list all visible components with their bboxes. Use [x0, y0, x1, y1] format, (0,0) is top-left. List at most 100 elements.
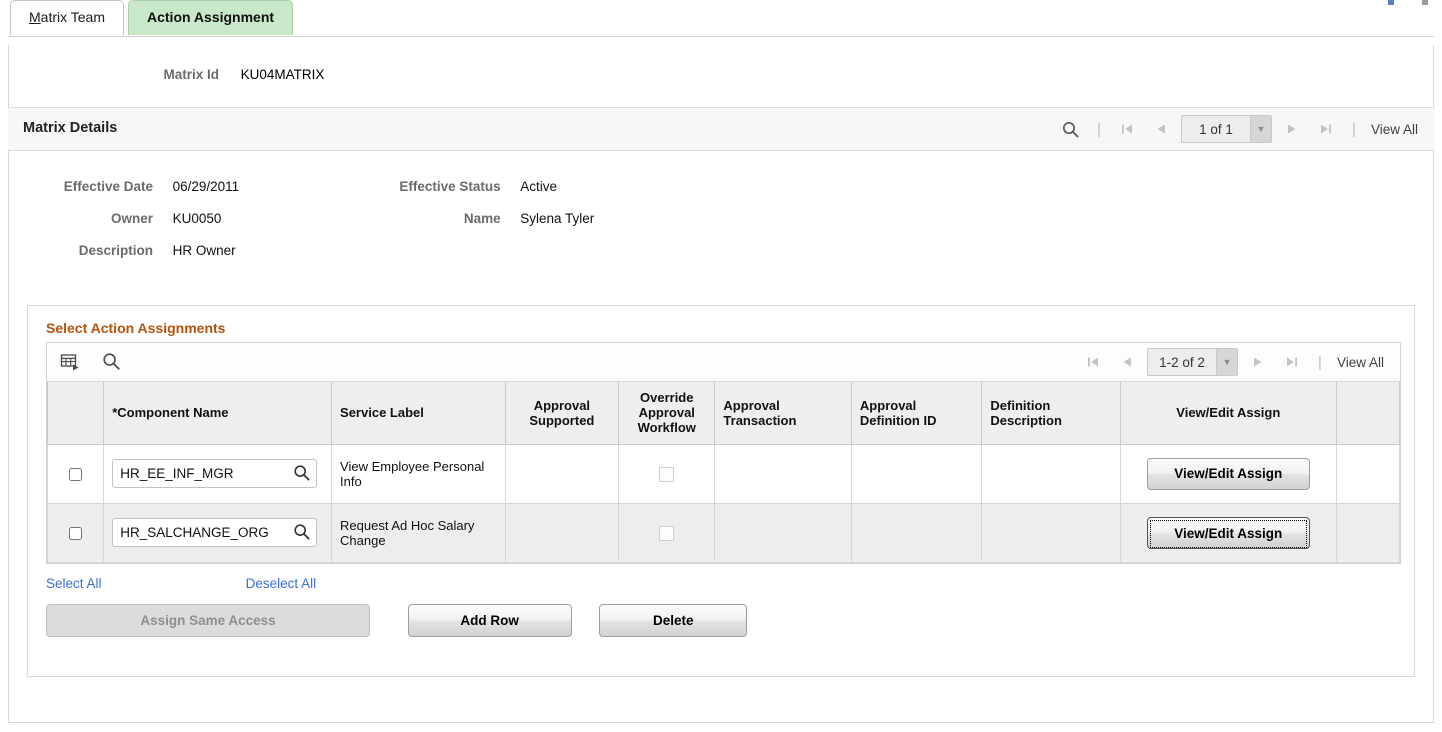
tab-action-assignment[interactable]: Action Assignment	[128, 0, 294, 35]
grid-chevron-down-icon[interactable]: ▼	[1215, 349, 1237, 375]
matrix-details-view-all-link[interactable]: View All	[1365, 108, 1426, 150]
component-name-input[interactable]	[112, 459, 318, 488]
action-buttons-row: Assign Same Access Add Row Delete	[46, 603, 1404, 640]
matrix-details-title: Matrix Details	[23, 120, 118, 136]
view-edit-assign-button[interactable]: View/Edit Assign	[1146, 457, 1310, 490]
row-view-edit-assign-cell: View/Edit Assign	[1119, 443, 1337, 504]
action-assignments-table: *Component Name Service Label Approval S…	[46, 382, 1401, 563]
column-header-select	[46, 382, 105, 445]
component-name-lookup	[112, 459, 318, 488]
nav-separator-2: |	[1352, 120, 1356, 138]
matrix-id-value: KU04MATRIX	[240, 67, 325, 82]
row-select-cell	[46, 502, 105, 563]
grid-last-page-icon[interactable]	[1275, 343, 1309, 381]
deselect-all-link[interactable]: Deselect All	[246, 576, 317, 591]
override-approval-workflow-checkbox-disabled	[659, 525, 675, 541]
grid-page-counter-value: 1-2 of 2	[1159, 354, 1205, 370]
delete-button[interactable]: Delete	[599, 603, 748, 637]
matrix-id-label: Matrix Id	[163, 67, 219, 82]
matrix-details-fields: Effective Date 06/29/2011 Effective Stat…	[9, 151, 1433, 297]
description-field: Description HR Owner	[9, 243, 339, 258]
add-row-button-label: Add Row	[460, 612, 519, 628]
assign-same-access-button[interactable]: Assign Same Access	[46, 603, 370, 637]
search-icon[interactable]	[1054, 108, 1088, 150]
column-header-approval-supported: Approval Supported	[504, 382, 620, 445]
effective-date-label: Effective Date	[63, 179, 153, 194]
component-name-lookup	[112, 518, 318, 547]
lookup-search-icon[interactable]	[293, 464, 311, 482]
grid-view-all-link[interactable]: View All	[1331, 343, 1392, 381]
first-page-icon[interactable]	[1110, 108, 1144, 150]
row-service-label-cell: View Employee Personal Info	[331, 443, 506, 504]
select-action-assignments-title: Select Action Assignments	[46, 320, 226, 336]
column-header-override-approval-workflow: Override Approval Workflow	[618, 382, 716, 445]
column-header-service-label: Service Label	[331, 382, 506, 445]
row-approval-supported-cell	[504, 502, 620, 563]
matrix-details-header: Matrix Details | 1 of 1 ▼ | View All	[8, 107, 1434, 151]
row-select-checkbox[interactable]	[69, 527, 83, 541]
tab-matrix-team[interactable]: Matrix Team	[10, 0, 124, 35]
name-label: Name	[463, 211, 501, 226]
matrix-id-row: Matrix Id KU04MATRIX	[9, 45, 1433, 107]
view-edit-assign-button[interactable]: View/Edit Assign	[1146, 516, 1310, 549]
details-row-3: Description HR Owner	[9, 243, 1433, 275]
effective-status-label: Effective Status	[399, 179, 501, 194]
effective-status-field: Effective Status Active	[343, 179, 557, 194]
page-frame: Matrix Id KU04MATRIX Matrix Details | 1 …	[8, 45, 1434, 723]
component-name-input[interactable]	[112, 518, 318, 547]
select-all-link[interactable]: Select All	[46, 576, 242, 591]
owner-label: Owner	[110, 211, 153, 226]
details-row-1: Effective Date 06/29/2011 Effective Stat…	[9, 179, 1433, 211]
row-view-edit-assign-cell: View/Edit Assign	[1119, 502, 1337, 563]
last-page-icon[interactable]	[1309, 108, 1343, 150]
row-approval-definition-id-cell	[850, 502, 983, 563]
add-row-button[interactable]: Add Row	[407, 603, 572, 637]
previous-page-icon[interactable]	[1144, 108, 1178, 150]
grid-nav: 1-2 of 2 ▼ | View All	[1076, 343, 1392, 381]
lookup-search-icon[interactable]	[293, 523, 311, 541]
column-header-spacer	[1335, 382, 1401, 445]
action-assignments-grid: 1-2 of 2 ▼ | View All *Component Name Se…	[46, 342, 1401, 564]
row-component-name-cell	[103, 443, 333, 504]
row-approval-transaction-cell	[714, 502, 852, 563]
grid-find-icon[interactable]	[102, 352, 124, 374]
name-field: Name Sylena Tyler	[343, 211, 595, 226]
chevron-down-icon[interactable]: ▼	[1249, 116, 1271, 142]
grid-page-counter[interactable]: 1-2 of 2 ▼	[1146, 348, 1238, 376]
matrix-details-page-counter[interactable]: 1 of 1 ▼	[1180, 115, 1272, 143]
next-page-icon[interactable]	[1275, 108, 1309, 150]
row-select-checkbox[interactable]	[69, 468, 83, 482]
delete-button-label: Delete	[652, 612, 694, 628]
row-override-approval-workflow-cell	[618, 502, 716, 563]
row-override-approval-workflow-cell	[618, 443, 716, 504]
view-edit-assign-button-label: View/Edit Assign	[1174, 465, 1283, 481]
table-row: Request Ad Hoc Salary Change View/Edit A…	[46, 502, 1401, 563]
column-header-view-edit-assign: View/Edit Assign	[1119, 382, 1337, 445]
row-spacer-cell	[1335, 443, 1401, 504]
grid-personalize-icon[interactable]	[60, 352, 82, 374]
grid-nav-separator: |	[1318, 353, 1322, 371]
row-spacer-cell	[1335, 502, 1401, 563]
table-header-row: *Component Name Service Label Approval S…	[46, 382, 1401, 445]
row-component-name-cell	[103, 502, 333, 563]
description-value: HR Owner	[172, 243, 236, 258]
owner-value: KU0050	[172, 211, 222, 226]
row-select-cell	[46, 443, 105, 504]
effective-status-value: Active	[520, 179, 558, 194]
row-definition-description-cell	[981, 443, 1121, 504]
grid-next-page-icon[interactable]	[1241, 343, 1275, 381]
grid-first-page-icon[interactable]	[1076, 343, 1110, 381]
select-action-assignments-group: Select Action Assignments 1-2 of 2 ▼ | V…	[27, 305, 1415, 677]
column-header-definition-description: Definition Description	[981, 382, 1121, 445]
details-row-2: Owner KU0050 Name Sylena Tyler	[9, 211, 1433, 243]
effective-date-field: Effective Date 06/29/2011	[9, 179, 339, 194]
name-value: Sylena Tyler	[520, 211, 595, 226]
tab-matrix-team-accesskey: M	[29, 9, 41, 25]
tab-action-assignment-label: Action Assignment	[147, 9, 275, 25]
description-label: Description	[78, 243, 153, 258]
grid-toolbar: 1-2 of 2 ▼ | View All	[47, 343, 1400, 382]
grid-previous-page-icon[interactable]	[1110, 343, 1144, 381]
view-edit-assign-button-label: View/Edit Assign	[1149, 519, 1307, 548]
assign-same-access-button-label: Assign Same Access	[140, 612, 276, 628]
row-approval-supported-cell	[504, 443, 620, 504]
